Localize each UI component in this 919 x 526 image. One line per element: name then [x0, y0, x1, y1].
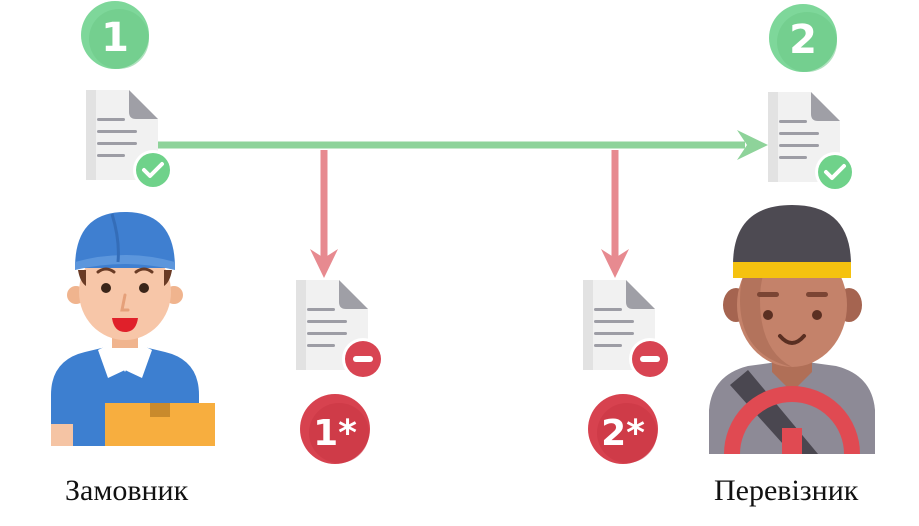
step-1-badge: 1	[81, 1, 149, 69]
document-check-icon	[86, 90, 173, 190]
alt-2-label: 2*	[601, 413, 645, 454]
carrier-label: Перевізник	[714, 474, 859, 507]
reject-arrow-2	[601, 150, 629, 278]
alt-2-badge: 2*	[588, 394, 658, 464]
reject-arrow-1	[310, 150, 338, 278]
document-check-icon	[768, 92, 855, 192]
alt-1-badge: 1*	[300, 394, 370, 464]
courier-with-box-icon	[51, 212, 215, 446]
document-minus-icon	[583, 280, 671, 380]
driver-with-wheel-icon	[709, 205, 875, 455]
customer-label: Замовник	[65, 474, 189, 507]
step-2-badge: 2	[769, 4, 837, 72]
document-flow-diagram: 1 2 1* 2* Замовник Перевізник	[0, 0, 919, 521]
step-2-label: 2	[789, 17, 817, 63]
document-minus-icon	[296, 280, 384, 380]
transfer-arrow	[158, 130, 768, 160]
alt-1-label: 1*	[313, 413, 357, 454]
step-1-label: 1	[101, 15, 129, 61]
